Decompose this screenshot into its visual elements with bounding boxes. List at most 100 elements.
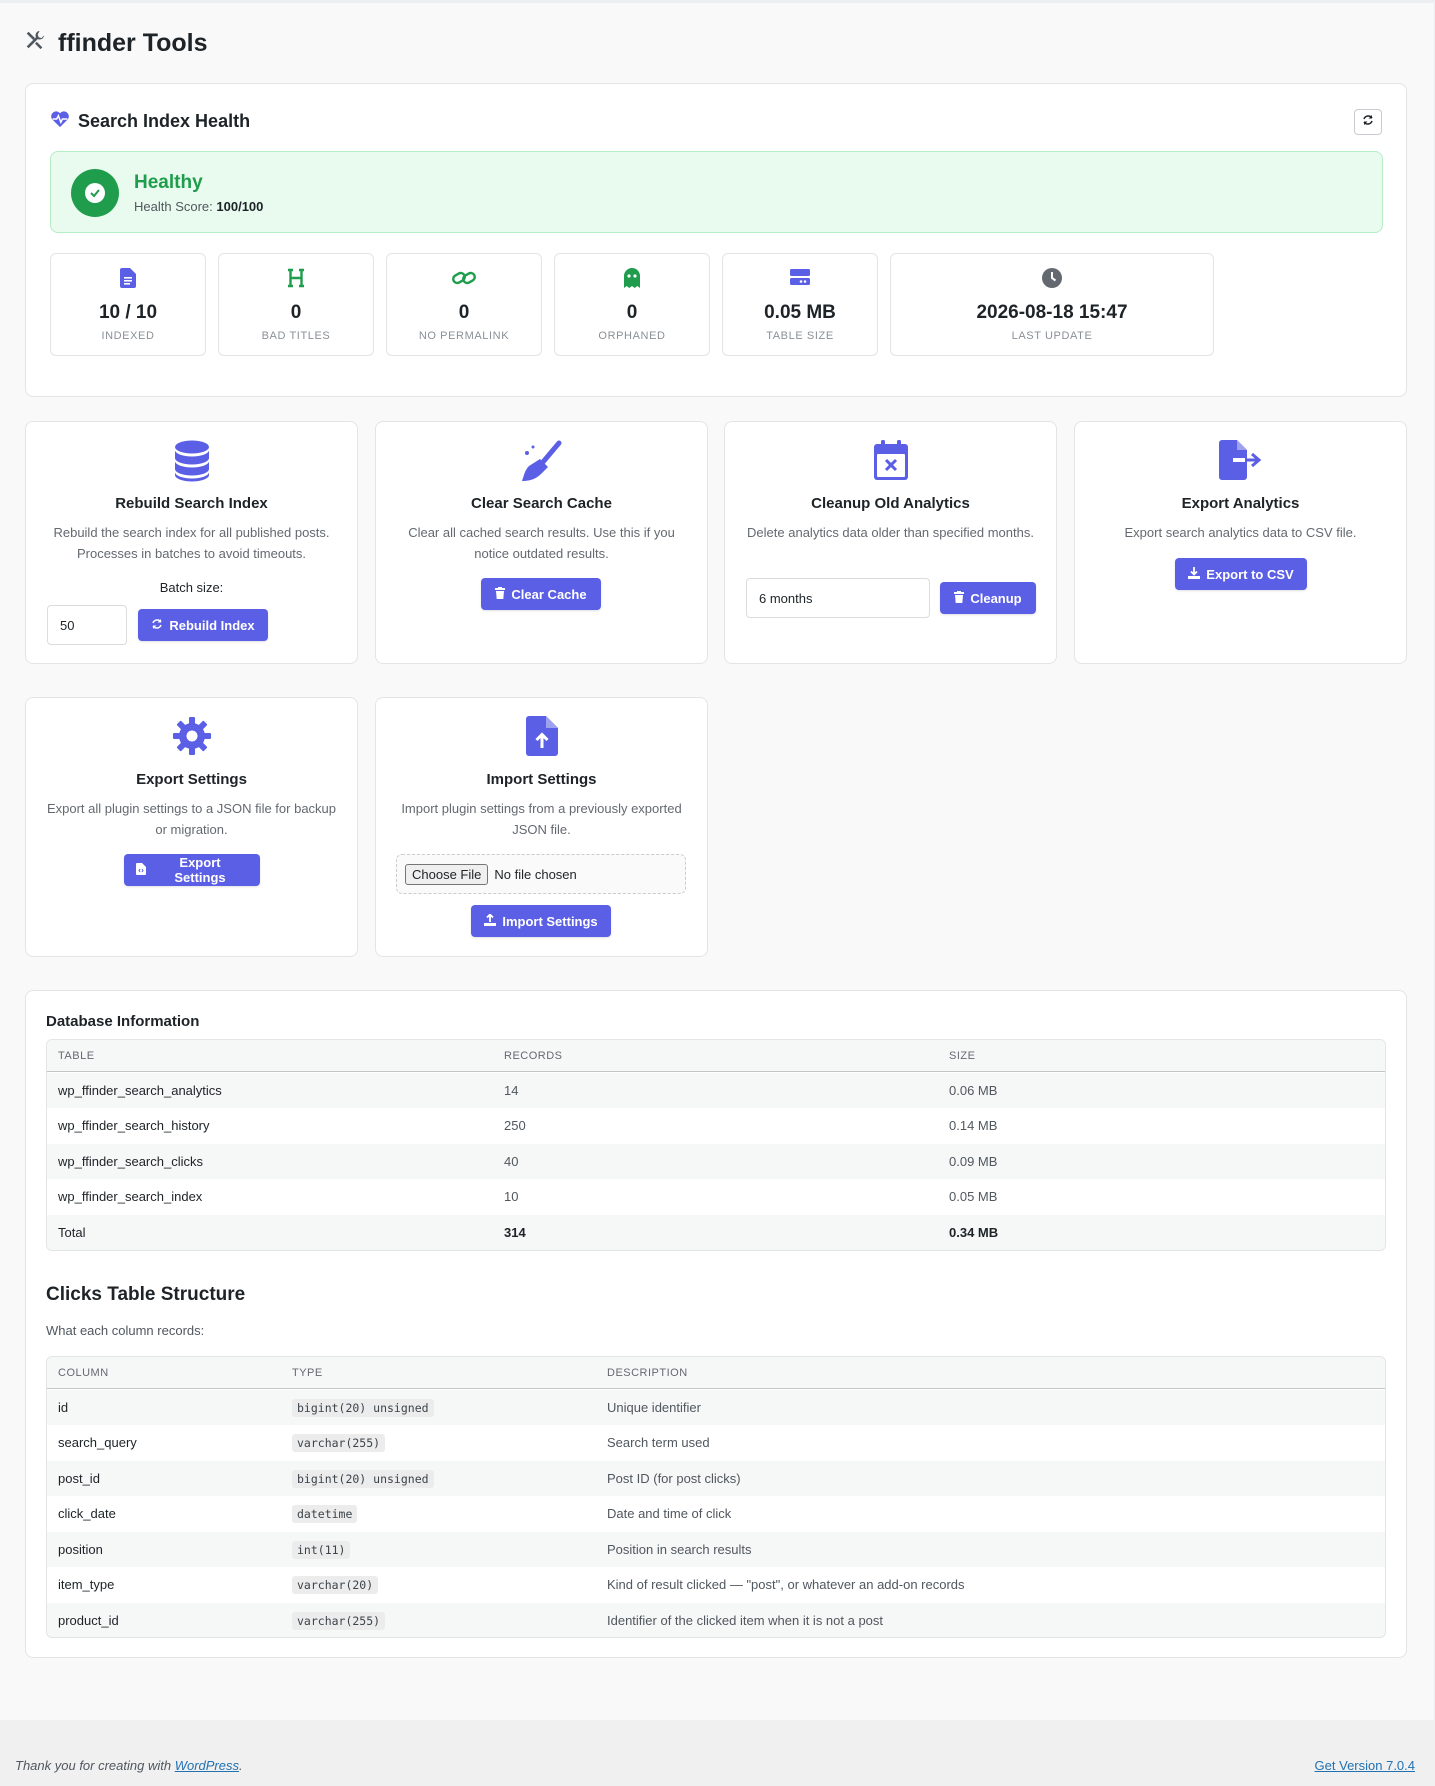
clear-cache-card: Clear Search Cache Clear all cached sear… (375, 421, 708, 664)
header-type: TYPE (292, 1367, 323, 1379)
clear-cache-label: Clear Cache (511, 586, 587, 602)
cell-type: varchar(255) (292, 1603, 386, 1637)
download-icon (1188, 566, 1201, 582)
cell-records: 250 (504, 1118, 526, 1133)
cleanup-button[interactable]: Cleanup (940, 582, 1036, 614)
health-status-label: Healthy (134, 172, 203, 193)
cell-description: Search term used (607, 1435, 710, 1450)
cell-description: Position in search results (607, 1542, 752, 1557)
wordpress-link[interactable]: WordPress (175, 1758, 239, 1773)
export-settings-description: Export all plugin settings to a JSON fil… (46, 801, 337, 837)
table-header: TABLE RECORDS SIZE (47, 1040, 1385, 1072)
export-analytics-description: Export search analytics data to CSV file… (1124, 525, 1357, 540)
footer-thanks-text: Thank you for creating with (15, 1758, 172, 1773)
main-content: ffinder Tools Search Index Health Health… (0, 0, 1435, 1720)
stat-no-permalink: 0 NO PERMALINK (386, 253, 542, 356)
health-score-value: 100/100 (216, 199, 264, 214)
gear-icon (26, 716, 357, 758)
table-row: wp_ffinder_search_history 250 0.14 MB (47, 1108, 1385, 1143)
clear-cache-button[interactable]: Clear Cache (481, 578, 601, 610)
cell-description: Post ID (for post clicks) (607, 1471, 741, 1486)
months-select[interactable]: 6 months (746, 578, 930, 618)
clicks-structure-title: Clicks Table Structure (46, 1284, 246, 1305)
cell-table: wp_ffinder_search_index (58, 1189, 203, 1204)
stat-value: 10 / 10 (98, 302, 158, 323)
get-version-link[interactable]: Get Version 7.0.4 (1315, 1758, 1415, 1773)
database-table: TABLE RECORDS SIZE wp_ffinder_search_ana… (46, 1039, 1386, 1251)
footer-thanks: Thank you for creating with WordPress. (15, 1758, 243, 1773)
stat-value: 0 (626, 302, 638, 323)
cell-type: datetime (292, 1496, 358, 1531)
cell-size: 0.14 MB (949, 1118, 998, 1133)
stat-orphaned: 0 ORPHANED (554, 253, 710, 356)
server-icon (723, 268, 877, 290)
batch-size-label: Batch size: (159, 580, 224, 595)
table-row: wp_ffinder_search_index 10 0.05 MB (47, 1179, 1385, 1214)
type-code: varchar(20) (292, 1575, 379, 1594)
import-settings-card: Import Settings Import plugin settings f… (375, 697, 708, 957)
cleanup-label: Cleanup (970, 590, 1022, 606)
header-description: DESCRIPTION (607, 1367, 688, 1379)
page-title: ffinder Tools (24, 25, 208, 61)
check-circle-icon (71, 169, 119, 217)
rebuild-description: Rebuild the search index for all publish… (53, 525, 330, 561)
export-analytics-title: Export Analytics (1181, 495, 1300, 512)
stat-value: 0 (290, 302, 302, 323)
health-title: Search Index Health (78, 111, 251, 131)
rebuild-index-card: Rebuild Search Index Rebuild the search … (25, 421, 358, 664)
export-settings-label: Export Settings (174, 855, 226, 885)
stat-label: ORPHANED (598, 330, 666, 342)
footer-thanks-suffix: . (239, 1758, 243, 1773)
heading-icon (219, 268, 373, 290)
import-settings-description: Import plugin settings from a previously… (401, 801, 682, 837)
health-header: Search Index Health (50, 110, 250, 133)
stat-label: TABLE SIZE (766, 330, 834, 342)
type-code: datetime (292, 1504, 358, 1523)
clicks-structure-table: COLUMN TYPE DESCRIPTION id bigint(20) un… (46, 1356, 1386, 1638)
stat-last-update: 2026-08-18 15:47 LAST UPDATE (890, 253, 1214, 356)
file-input[interactable]: Choose File No file chosen (396, 854, 686, 894)
export-settings-card: Export Settings Export all plugin settin… (25, 697, 358, 957)
type-code: varchar(255) (292, 1611, 386, 1630)
table-row: position int(11) Position in search resu… (47, 1532, 1385, 1567)
type-code: varchar(255) (292, 1433, 386, 1452)
header-records: RECORDS (504, 1050, 563, 1062)
table-row: item_type varchar(20) Kind of result cli… (47, 1567, 1385, 1602)
export-settings-button[interactable]: Export Settings (124, 854, 260, 886)
type-code: bigint(20) unsigned (292, 1398, 434, 1417)
type-code: int(11) (292, 1540, 351, 1559)
cell-size: 0.06 MB (949, 1083, 998, 1098)
cell-column: post_id (58, 1471, 100, 1486)
export-csv-button[interactable]: Export to CSV (1175, 558, 1307, 590)
cell-column: position (58, 1542, 103, 1557)
cell-column: item_type (58, 1577, 115, 1592)
cell-column: click_date (58, 1506, 116, 1521)
cell-column: search_query (58, 1435, 137, 1450)
database-info-title: Database Information (46, 1013, 200, 1030)
clock-icon (891, 268, 1213, 290)
rebuild-index-button[interactable]: Rebuild Index (138, 609, 268, 641)
cell-type: bigint(20) unsigned (292, 1390, 434, 1425)
import-settings-button[interactable]: Import Settings (471, 905, 611, 937)
table-header: COLUMN TYPE DESCRIPTION (47, 1357, 1385, 1389)
table-row: id bigint(20) unsigned Unique identifier (47, 1390, 1385, 1425)
file-export-icon (1075, 440, 1406, 482)
import-settings-label: Import Settings (502, 913, 598, 929)
clear-cache-title: Clear Search Cache (471, 495, 612, 512)
link-icon (387, 268, 541, 290)
table-row: post_id bigint(20) unsigned Post ID (for… (47, 1461, 1385, 1496)
trash-icon (495, 586, 506, 602)
batch-size-input[interactable]: 50 (47, 605, 127, 645)
table-row: search_query varchar(255) Search term us… (47, 1425, 1385, 1460)
clear-cache-description: Clear all cached search results. Use thi… (408, 525, 675, 561)
export-analytics-card: Export Analytics Export search analytics… (1074, 421, 1407, 664)
cell-type: bigint(20) unsigned (292, 1461, 434, 1496)
calendar-x-icon (725, 440, 1056, 482)
health-score-prefix: Health Score: (134, 199, 213, 214)
choose-file-button[interactable]: Choose File (405, 863, 489, 885)
table-row: product_id varchar(255) Identifier of th… (47, 1603, 1385, 1637)
refresh-button[interactable] (1354, 109, 1382, 135)
table-row: click_date datetime Date and time of cli… (47, 1496, 1385, 1531)
database-info-card: Database Information TABLE RECORDS SIZE … (25, 990, 1407, 1658)
cleanup-analytics-card: Cleanup Old Analytics Delete analytics d… (724, 421, 1057, 664)
